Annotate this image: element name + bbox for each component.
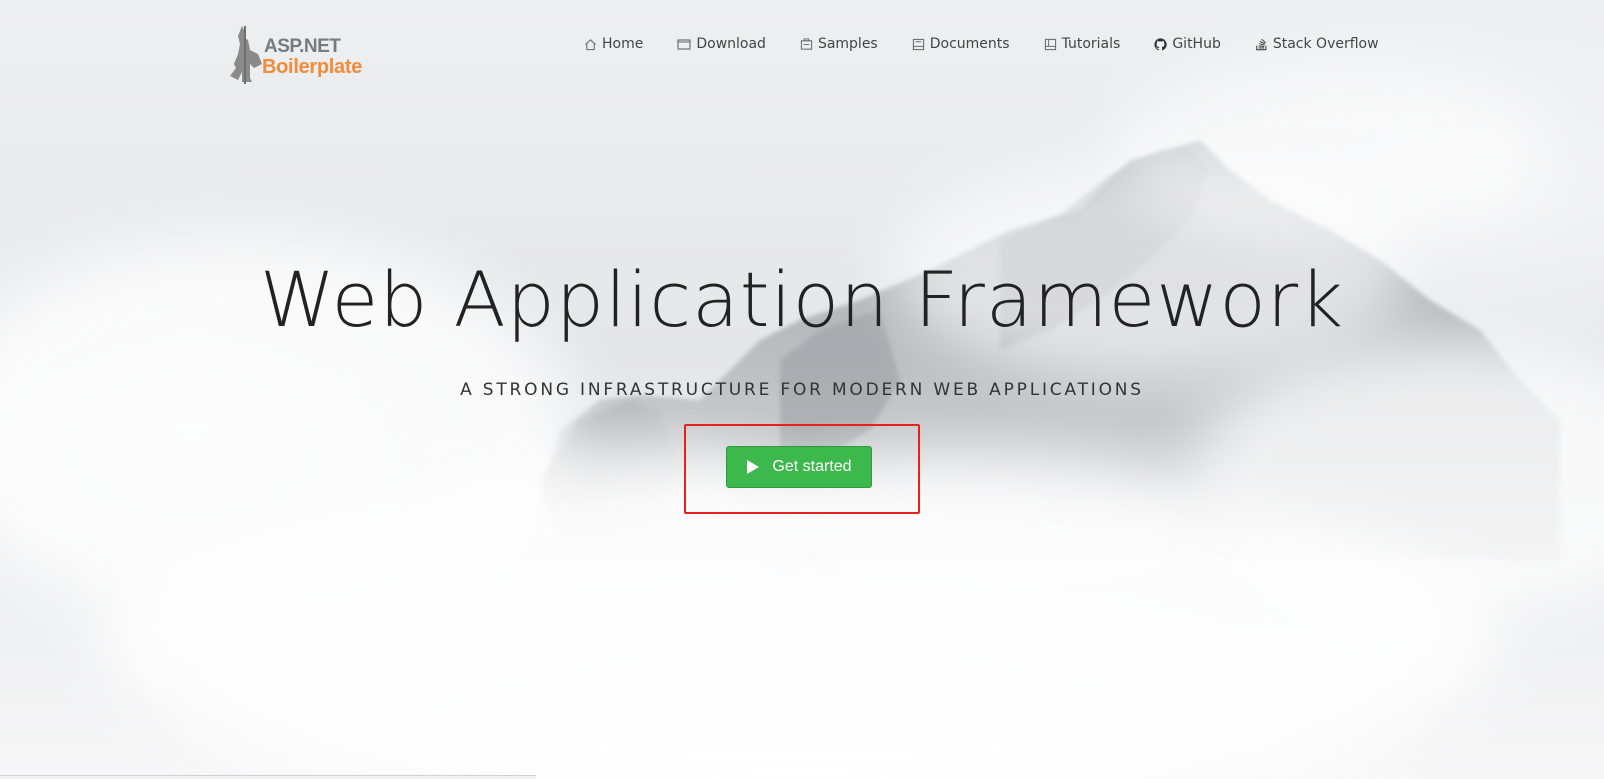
bottom-edge-bar (0, 775, 536, 779)
tutorials-icon (1044, 38, 1056, 50)
nav-item-stack-overflow[interactable]: Stack Overflow (1255, 36, 1379, 52)
nav-item-tutorials[interactable]: Tutorials (1044, 36, 1121, 52)
play-icon (747, 460, 760, 474)
logo-text-aspnet: ASP.NET (264, 36, 341, 57)
nav-label-stack-overflow: Stack Overflow (1272, 36, 1379, 52)
get-started-button[interactable]: Get started (726, 446, 872, 488)
nav-label-tutorials: Tutorials (1061, 36, 1121, 52)
nav-item-home[interactable]: Home (584, 36, 643, 52)
top-navbar: ASP.NET Boilerplate Home Download Sample… (0, 0, 1604, 90)
documents-icon (912, 38, 924, 50)
brand-logo[interactable]: ASP.NET Boilerplate (228, 24, 378, 86)
hero-title-text: Web Application Framework (259, 255, 1345, 344)
nav-item-download[interactable]: Download (677, 36, 766, 52)
nav-label-documents: Documents (929, 36, 1010, 52)
samples-icon (800, 37, 813, 50)
logo-text-boilerplate: Boilerplate (262, 56, 363, 78)
nav-label-download: Download (696, 36, 766, 52)
logo-figure-icon (230, 26, 262, 84)
nav-label-github: GitHub (1172, 36, 1221, 52)
nav-item-github[interactable]: GitHub (1154, 36, 1221, 52)
stack-overflow-icon (1256, 38, 1267, 51)
hero-title: Web Application Framework (0, 255, 1604, 344)
nav-label-home: Home (602, 36, 644, 52)
home-icon (585, 38, 596, 50)
download-icon (677, 38, 691, 50)
github-icon (1154, 37, 1168, 50)
hero-subtitle: A STRONG INFRASTRUCTURE FOR MODERN WEB A… (460, 380, 1144, 400)
get-started-label: Get started (772, 458, 852, 475)
nav-item-samples[interactable]: Samples (800, 36, 878, 52)
main-nav: Home Download Samples Documents Tutorial… (584, 36, 1379, 52)
nav-label-samples: Samples (817, 36, 878, 52)
nav-item-documents[interactable]: Documents (912, 36, 1010, 52)
